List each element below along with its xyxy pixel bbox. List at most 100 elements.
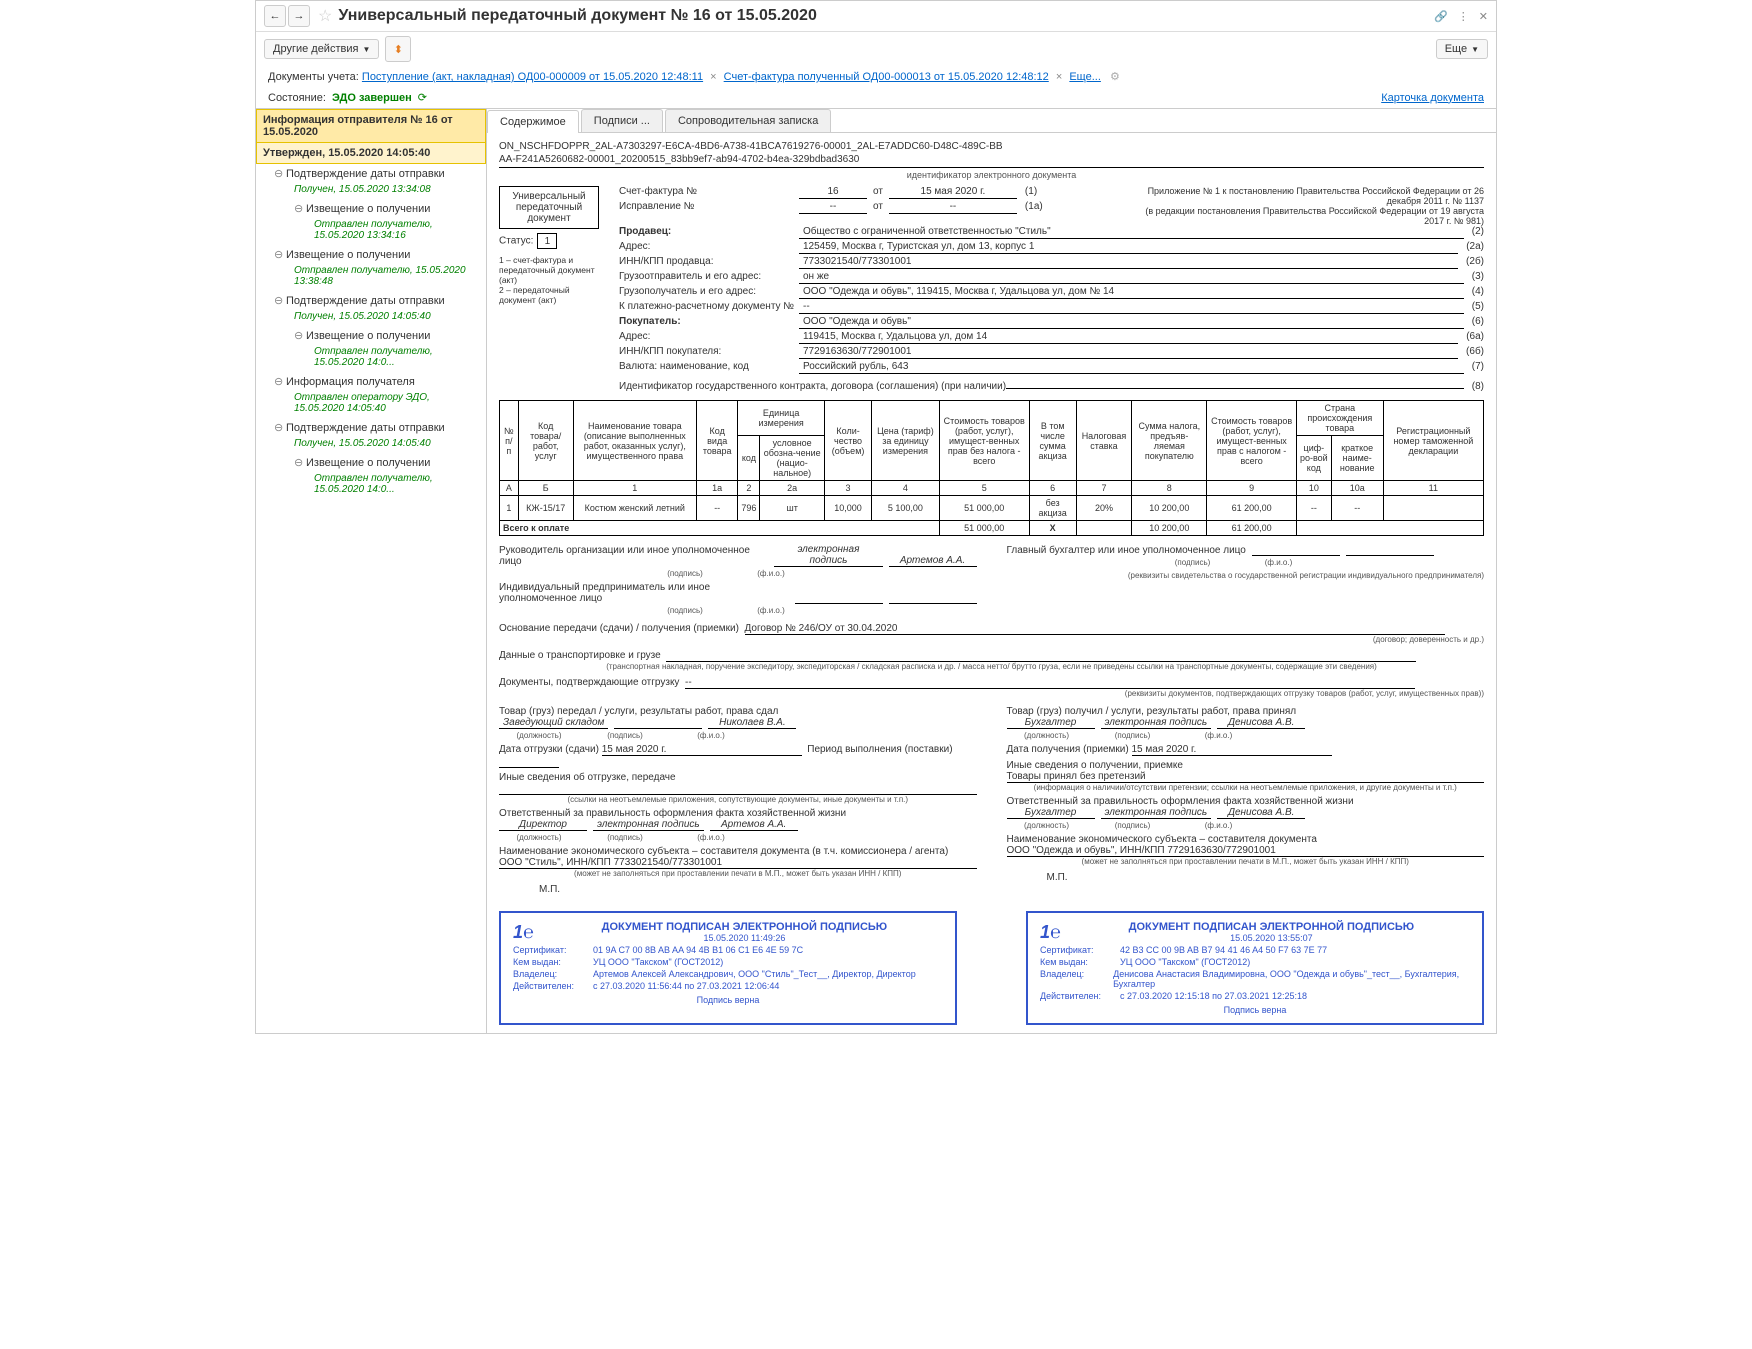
- field-num: (6): [1472, 316, 1484, 327]
- head-sign: электронная подпись: [774, 544, 882, 567]
- tree-item[interactable]: ⊖Подтверждение даты отправки: [256, 418, 486, 437]
- gear-icon[interactable]: ⚙: [1110, 71, 1120, 83]
- inv-no: 16: [799, 186, 867, 199]
- field-value: он же: [799, 271, 1464, 284]
- signature-stamp-right: 1℮ДОКУМЕНТ ПОДПИСАН ЭЛЕКТРОННОЙ ПОДПИСЬЮ…: [1026, 911, 1484, 1025]
- tree-item[interactable]: ⊖Извещение о получении: [256, 453, 486, 472]
- doclink-more[interactable]: Еще...: [1069, 71, 1101, 83]
- corr-date: --: [889, 201, 1017, 214]
- right-pos2: Бухгалтер: [1007, 807, 1095, 819]
- corr-no: --: [799, 201, 867, 214]
- status-note: 1 – счет-фактура и передаточный документ…: [499, 255, 599, 305]
- right-claim: Товары принял без претензий: [1007, 771, 1485, 783]
- cap-fio-1: (ф.и.о.): [731, 569, 811, 578]
- basis-lbl: Основание передачи (сдачи) / получения (…: [499, 623, 739, 634]
- content-area: Содержимое Подписи ... Сопроводительная …: [487, 109, 1496, 1033]
- tab-note[interactable]: Сопроводительная записка: [665, 109, 831, 132]
- inv-date: 15 мая 2020 г.: [889, 186, 1017, 199]
- field-label: Грузоотправитель и его адрес:: [619, 271, 799, 282]
- nav-fwd[interactable]: →: [288, 5, 310, 27]
- tab-signatures[interactable]: Подписи ...: [581, 109, 663, 132]
- transfer-right: Товар (груз) получил / услуги, результат…: [1007, 706, 1485, 895]
- tab-content[interactable]: Содержимое: [487, 110, 579, 133]
- left-other-cap: (ссылки на неотъемлемые приложения, сопу…: [499, 795, 977, 804]
- got-sign: электронная подпись: [1101, 717, 1212, 729]
- field-value: [1006, 376, 1464, 389]
- close-icon[interactable]: ✕: [1479, 10, 1488, 23]
- field-value: 7733021540/773301001: [799, 256, 1458, 269]
- field-label: ИНН/КПП покупателя:: [619, 346, 799, 357]
- basis-val: Договор № 246/ОУ от 30.04.2020: [745, 623, 1445, 635]
- field-value: Российский рубль, 643: [799, 361, 1464, 374]
- more-button[interactable]: Еще▼: [1436, 39, 1488, 59]
- remove-link-1[interactable]: ×: [710, 71, 716, 83]
- tree-item[interactable]: ⊖Извещение о получении: [256, 326, 486, 345]
- tree-icon-button[interactable]: ⬍: [385, 36, 411, 62]
- doc-id-1: ON_NSCHFDOPPR_2AL-A7303297-E6CA-4BD6-A73…: [499, 141, 1484, 152]
- tree-item[interactable]: ⊖Извещение о получении: [256, 199, 486, 218]
- field-value: --: [799, 301, 1464, 314]
- link-icon[interactable]: 🔗: [1434, 10, 1448, 23]
- other-actions-button[interactable]: Другие действия▼: [264, 39, 379, 59]
- field-value: ООО "Одежда и обувь", 119415, Москва г, …: [799, 286, 1464, 299]
- tree-item[interactable]: ⊖Информация получателя: [256, 372, 486, 391]
- field-label: Валюта: наименование, код: [619, 361, 799, 372]
- left-org-lbl: Наименование экономического субъекта – с…: [499, 846, 977, 857]
- tree-status: Отправлен оператору ЭДО, 15.05.2020 14:0…: [256, 391, 486, 418]
- right-other: Иные сведения о получении, приемке: [1007, 760, 1485, 771]
- star-icon[interactable]: ☆: [318, 6, 332, 26]
- n1a: (1а): [1025, 201, 1043, 212]
- field-label: Покупатель:: [619, 316, 799, 327]
- window-title: Универсальный передаточный документ № 16…: [338, 7, 1434, 25]
- refresh-icon[interactable]: ⟳: [418, 91, 427, 104]
- tree-item[interactable]: ⊖Подтверждение даты отправки: [256, 164, 486, 183]
- left-mp: М.П.: [539, 884, 977, 895]
- period-lbl: Период выполнения (поставки): [807, 744, 952, 755]
- sidebar-approved: Утвержден, 15.05.2020 14:05:40: [256, 143, 486, 164]
- tree-status: Отправлен получателю, 15.05.2020 13:34:1…: [256, 218, 486, 245]
- doclink-2[interactable]: Счет-фактура полученный ОД00-000013 от 1…: [724, 71, 1049, 83]
- sidebar-header[interactable]: Информация отправителя № 16 от 15.05.202…: [256, 109, 486, 143]
- tree-item[interactable]: ⊖Подтверждение даты отправки: [256, 291, 486, 310]
- field-value: 119415, Москва г, Удальцова ул, дом 14: [799, 331, 1458, 344]
- tree-item[interactable]: ⊖Извещение о получении: [256, 245, 486, 264]
- nav-back[interactable]: ←: [264, 5, 286, 27]
- field-num: (2): [1472, 226, 1484, 237]
- tree-status: Получен, 15.05.2020 13:34:08: [256, 183, 486, 199]
- field-label: ИНН/КПП продавца:: [619, 256, 799, 267]
- field-num: (6а): [1466, 331, 1484, 342]
- inv-no-lbl: Счет-фактура №: [619, 186, 799, 197]
- field-label: Адрес:: [619, 331, 799, 342]
- cap-podpis-3: (подпись): [1153, 558, 1233, 567]
- field-num: (8): [1472, 381, 1484, 392]
- field-num: (5): [1472, 301, 1484, 312]
- tabs: Содержимое Подписи ... Сопроводительная …: [487, 109, 1496, 133]
- ship-date-lbl: Дата отгрузки (сдачи): [499, 744, 599, 755]
- sidebar: Информация отправителя № 16 от 15.05.202…: [256, 109, 487, 1033]
- document-body: ON_NSCHFDOPPR_2AL-A7303297-E6CA-4BD6-A73…: [487, 133, 1496, 1033]
- state-value: ЭДО завершен: [332, 92, 412, 104]
- field-value: Общество с ограниченной ответственностью…: [799, 226, 1464, 239]
- doclink-1[interactable]: Поступление (акт, накладная) ОД00-000009…: [362, 71, 703, 83]
- doc-id-caption: идентификатор электронного документа: [499, 170, 1484, 180]
- right-claim-cap: (информация о наличии/отсутствии претенз…: [1007, 783, 1485, 792]
- status-label: Статус:: [499, 236, 533, 247]
- doc-links-row: Документы учета: Поступление (акт, накла…: [256, 66, 1496, 87]
- basis-cap: (договор; доверенность и др.): [499, 635, 1484, 644]
- field-value: 7729163630/772901001: [799, 346, 1458, 359]
- ship-lbl: Документы, подтверждающие отгрузку: [499, 677, 679, 688]
- field-num: (6б): [1466, 346, 1484, 357]
- trans-lbl: Данные о транспортировке и грузе: [499, 650, 661, 661]
- left-dir: Директор: [499, 819, 587, 831]
- card-link[interactable]: Карточка документа: [1381, 92, 1484, 104]
- field-label: Адрес:: [619, 241, 799, 252]
- state-label: Состояние:: [268, 92, 326, 104]
- tree-status: Отправлен получателю, 15.05.2020 13:38:4…: [256, 264, 486, 291]
- doclinks-label: Документы учета:: [268, 71, 359, 83]
- remove-link-2[interactable]: ×: [1056, 71, 1062, 83]
- cap-fio-2: (ф.и.о.): [731, 606, 811, 615]
- left-dir-name: Артемов А.А.: [710, 819, 798, 831]
- head-org-lbl: Руководитель организации или иное уполно…: [499, 545, 768, 567]
- right-resp: Ответственный за правильность оформления…: [1007, 796, 1485, 807]
- menu-icon[interactable]: ⋮: [1458, 10, 1469, 23]
